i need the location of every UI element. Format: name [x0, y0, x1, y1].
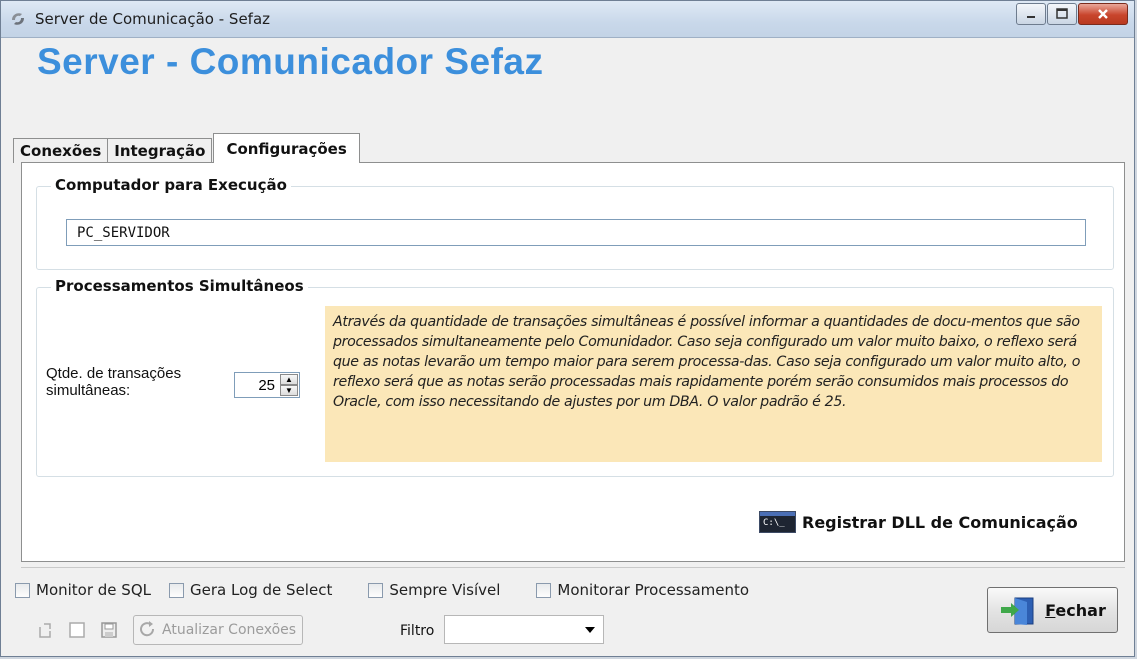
- maximize-button[interactable]: [1047, 3, 1077, 25]
- app-title: Server - Comunicador Sefaz: [37, 41, 544, 82]
- sempre-visivel-checkbox[interactable]: Sempre Visível: [368, 581, 500, 599]
- checkbox-icon[interactable]: [169, 582, 184, 598]
- close-icon: [1098, 9, 1108, 19]
- tab-conexoes[interactable]: Conexões: [13, 138, 109, 163]
- maximize-icon: [1056, 8, 1068, 19]
- checkbox-icon[interactable]: [536, 582, 552, 598]
- options-row: Monitor de SQL Gera Log de Select Sempre…: [15, 581, 767, 599]
- app-icon: [12, 13, 24, 25]
- fechar-button[interactable]: Fechar: [987, 587, 1118, 633]
- refresh-connections-label: Atualizar Conexões: [162, 622, 297, 638]
- register-dll-button[interactable]: C:\_ Registrar DLL de Comunicação: [759, 511, 1078, 533]
- command-prompt-icon: C:\_: [759, 511, 796, 533]
- stepper-down-icon[interactable]: ▼: [280, 385, 298, 396]
- checkbox-icon[interactable]: [368, 582, 384, 598]
- toolbar-row: Atualizar Conexões: [35, 615, 304, 645]
- computer-input[interactable]: [66, 219, 1086, 246]
- gera-log-checkbox[interactable]: Gera Log de Select: [169, 581, 332, 599]
- filtro-select[interactable]: [444, 615, 604, 644]
- computer-group-label: Computador para Execução: [51, 176, 291, 194]
- dropdown-arrow-icon: [585, 627, 595, 633]
- tab-configuracoes[interactable]: Configurações: [213, 133, 360, 163]
- qtde-stepper[interactable]: 25 ▲ ▼: [234, 372, 300, 398]
- info-text: Através da quantidade de transações simu…: [325, 306, 1102, 462]
- minimize-icon: [1027, 16, 1035, 18]
- configuracoes-panel: Computador para Execução Processamentos …: [21, 162, 1125, 562]
- tab-integracao[interactable]: Integração: [107, 138, 213, 163]
- window-title: Server de Comunicação - Sefaz: [35, 10, 271, 28]
- fechar-label: Fechar: [1045, 600, 1106, 620]
- checkbox-icon[interactable]: [15, 582, 30, 598]
- qtde-label: Qtde. de transações simultâneas:: [46, 365, 182, 399]
- close-window-button[interactable]: [1078, 3, 1128, 25]
- filtro-label: Filtro: [400, 623, 435, 639]
- save-icon[interactable]: [99, 620, 119, 640]
- processing-group-label: Processamentos Simultâneos: [51, 277, 308, 295]
- monitor-sql-checkbox[interactable]: Monitor de SQL: [15, 581, 151, 599]
- stepper-buttons: ▲ ▼: [280, 374, 298, 396]
- refresh-connections-button[interactable]: Atualizar Conexões: [133, 615, 304, 645]
- title-bar[interactable]: Server de Comunicação - Sefaz: [1, 1, 1134, 38]
- blank-page-icon[interactable]: [67, 620, 87, 640]
- exit-door-icon: [1001, 597, 1034, 625]
- refresh-icon: [140, 621, 155, 637]
- stepper-up-icon[interactable]: ▲: [280, 374, 298, 385]
- export-icon[interactable]: [35, 620, 55, 640]
- app-window: Server de Comunicação - Sefaz Server - C…: [0, 0, 1135, 657]
- minimize-button[interactable]: [1016, 3, 1046, 25]
- register-dll-label: Registrar DLL de Comunicação: [802, 512, 1078, 532]
- monitorar-processamento-checkbox[interactable]: Monitorar Processamento: [536, 581, 749, 599]
- window-controls: [1015, 3, 1128, 25]
- qtde-value: 25: [258, 377, 275, 394]
- tab-bar: Conexões Integração Configurações: [13, 133, 360, 163]
